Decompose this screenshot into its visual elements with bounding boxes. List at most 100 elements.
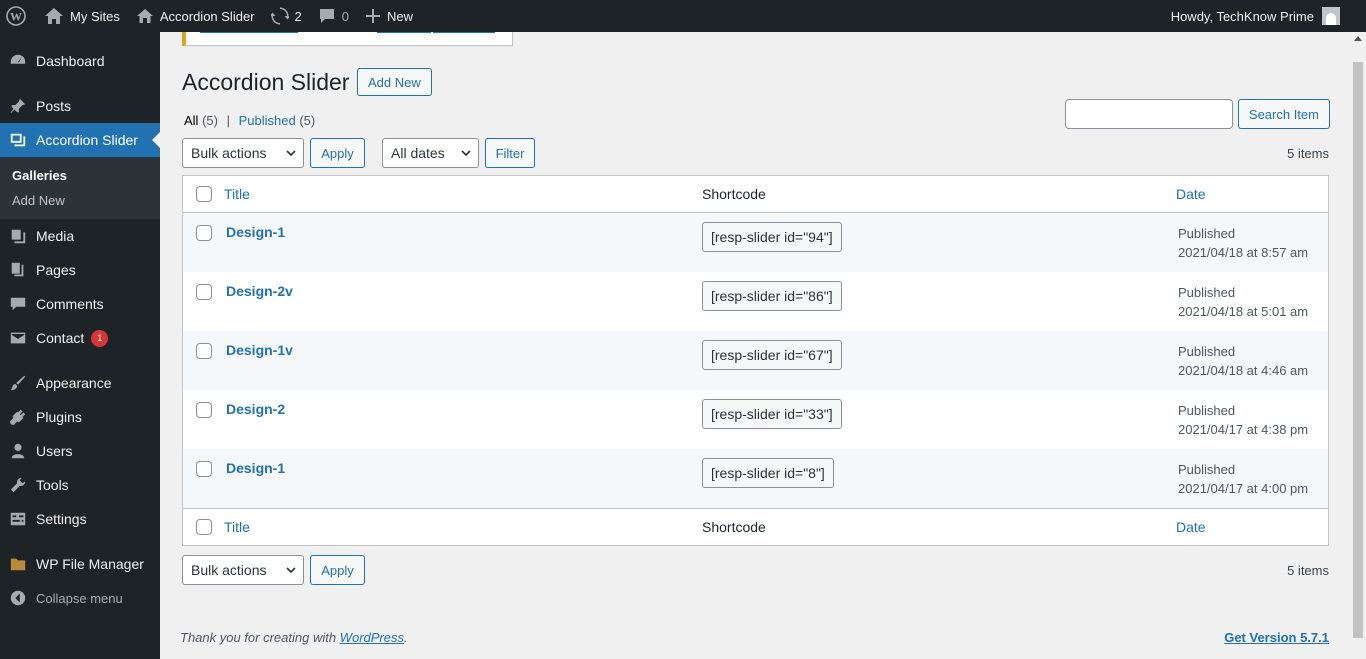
wordpress-link[interactable]: WordPress — [340, 630, 404, 645]
my-sites-menu[interactable]: My Sites — [36, 0, 128, 32]
shortcode-field[interactable]: [resp-slider id="33"] — [702, 399, 842, 429]
updates-menu[interactable]: 2 — [263, 0, 310, 32]
wordpress-logo-icon[interactable]: W — [0, 0, 36, 32]
sidebar-item-label: Contact — [36, 330, 85, 346]
filter-button[interactable]: Filter — [485, 138, 535, 168]
shortcode-field[interactable]: [resp-slider id="67"] — [702, 340, 842, 370]
scrollbar-thumb[interactable] — [1353, 62, 1363, 638]
row-status: Published — [1178, 403, 1236, 418]
updates-icon — [270, 7, 289, 25]
folder-icon — [0, 555, 36, 573]
collapse-menu-button[interactable]: Collapse menu — [0, 581, 160, 615]
site-name-label: Accordion Slider — [159, 8, 255, 24]
date-filter-select[interactable]: All dates — [382, 138, 479, 168]
apply-button-bottom[interactable]: Apply — [310, 555, 365, 585]
row-checkbox[interactable] — [195, 402, 212, 418]
my-account-menu[interactable]: Howdy, TechKnow Prime — [1163, 0, 1366, 32]
page-title: Accordion Slider — [182, 69, 350, 95]
footer-thanks-suffix: . — [404, 630, 408, 645]
sidebar-item-wp-file-manager[interactable]: WP File Manager — [0, 547, 160, 581]
title-column-footer[interactable]: Title — [224, 519, 250, 535]
apply-button[interactable]: Apply — [310, 138, 365, 168]
row-checkbox[interactable] — [195, 225, 212, 241]
row-status: Published — [1178, 344, 1236, 359]
sidebar-item-media[interactable]: Media — [0, 219, 160, 253]
submenu-add-new[interactable]: Add New — [0, 188, 160, 213]
sidebar-item-contact[interactable]: Contact 1 — [0, 321, 160, 355]
sidebar-item-plugins[interactable]: Plugins — [0, 400, 160, 434]
site-name-menu[interactable]: Accordion Slider — [128, 0, 263, 32]
submenu-galleries[interactable]: Galleries — [0, 163, 160, 188]
sidebar-item-tools[interactable]: Tools — [0, 468, 160, 502]
row-title-link[interactable]: Design-2 — [224, 390, 702, 417]
new-content-menu[interactable]: New — [357, 0, 421, 32]
filter-all-count: (5) — [202, 113, 218, 128]
sidebar-item-settings[interactable]: Settings — [0, 502, 160, 536]
table-header: Title Shortcode Date — [183, 176, 1328, 213]
comments-menu[interactable]: 0 — [310, 0, 357, 32]
row-date: 2021/04/18 at 5:01 am — [1178, 304, 1309, 319]
sidebar-item-comments[interactable]: Comments — [0, 287, 160, 321]
add-new-button[interactable]: Add New — [357, 68, 432, 96]
table-row: Design-2 [resp-slider id="33"] Published… — [183, 390, 1328, 449]
search-box: Search Item — [1064, 99, 1330, 129]
search-input[interactable] — [1064, 99, 1233, 129]
select-all-checkbox-bottom[interactable] — [195, 519, 212, 535]
shortcode-field[interactable]: [resp-slider id="94"] — [702, 222, 842, 252]
sidebar-item-appearance[interactable]: Appearance — [0, 366, 160, 400]
comment-icon — [0, 295, 36, 313]
bulk-actions-select[interactable]: Bulk actions — [182, 138, 304, 168]
sidebar-item-label: Tools — [36, 477, 69, 493]
shortcode-field[interactable]: [resp-slider id="86"] — [702, 281, 842, 311]
row-date: 2021/04/18 at 4:46 am — [1178, 363, 1309, 378]
settings-icon — [0, 510, 36, 528]
filter-published-count: (5) — [299, 113, 316, 128]
sidebar-item-users[interactable]: Users — [0, 434, 160, 468]
bulk-actions-value: Bulk actions — [191, 562, 267, 578]
bulk-actions-select-bottom[interactable]: Bulk actions — [182, 555, 304, 585]
row-checkbox[interactable] — [195, 461, 212, 477]
date-column-header[interactable]: Date — [1176, 186, 1206, 202]
filter-published-link[interactable]: Published — [239, 113, 296, 128]
row-title-link[interactable]: Design-2v — [224, 272, 702, 299]
sidebar-item-label: WP File Manager — [36, 556, 144, 572]
date-filter-value: All dates — [391, 145, 445, 161]
table-row: Design-1 [resp-slider id="94"] Published… — [183, 213, 1328, 272]
admin-sidebar: Dashboard Posts Accordion Slider Galleri… — [0, 32, 160, 659]
sidebar-item-label: Settings — [36, 511, 87, 527]
row-title-link[interactable]: Design-1v — [224, 331, 702, 358]
sidebar-item-accordion-slider[interactable]: Accordion Slider — [0, 123, 160, 157]
sidebar-item-label: Comments — [36, 296, 104, 312]
footer-thanks: Thank you for creating with WordPress. — [180, 630, 408, 645]
sidebar-item-posts[interactable]: Posts — [0, 89, 160, 123]
row-title-link[interactable]: Design-1 — [224, 213, 702, 240]
search-item-button[interactable]: Search Item — [1237, 99, 1330, 129]
pin-icon — [0, 97, 36, 115]
sidebar-item-label: Appearance — [36, 375, 112, 391]
sidebar-item-pages[interactable]: Pages — [0, 253, 160, 287]
tablenav-bottom: Bulk actions Apply 5 items — [182, 555, 1329, 585]
row-date: 2021/04/18 at 8:57 am — [1178, 245, 1309, 260]
select-all-checkbox[interactable] — [195, 186, 212, 202]
row-checkbox[interactable] — [195, 343, 212, 359]
sidebar-item-dashboard[interactable]: Dashboard — [0, 44, 160, 78]
galleries-table: Title Shortcode Date Design-1 [resp-slid… — [182, 175, 1329, 546]
collapse-menu-label: Collapse menu — [36, 590, 123, 606]
comment-bubble-icon — [319, 9, 334, 23]
table-row: Design-2v [resp-slider id="86"] Publishe… — [183, 272, 1328, 331]
title-column-header[interactable]: Title — [224, 186, 250, 202]
shortcode-field[interactable]: [resp-slider id="8"] — [702, 458, 834, 488]
row-checkbox[interactable] — [195, 284, 212, 300]
date-column-footer[interactable]: Date — [1176, 519, 1206, 535]
plugin-icon — [0, 408, 36, 426]
filter-all-link[interactable]: All — [184, 113, 198, 128]
row-status: Published — [1178, 226, 1236, 241]
scroll-up-arrow-icon[interactable] — [1354, 36, 1362, 41]
plus-icon — [365, 9, 380, 23]
row-date: 2021/04/17 at 4:38 pm — [1178, 422, 1309, 437]
row-title-link[interactable]: Design-1 — [224, 449, 702, 476]
slides-icon — [0, 131, 36, 149]
chevron-down-icon — [461, 150, 471, 157]
page-scrollbar[interactable] — [1350, 32, 1366, 659]
get-version-link[interactable]: Get Version 5.7.1 — [1224, 630, 1329, 645]
